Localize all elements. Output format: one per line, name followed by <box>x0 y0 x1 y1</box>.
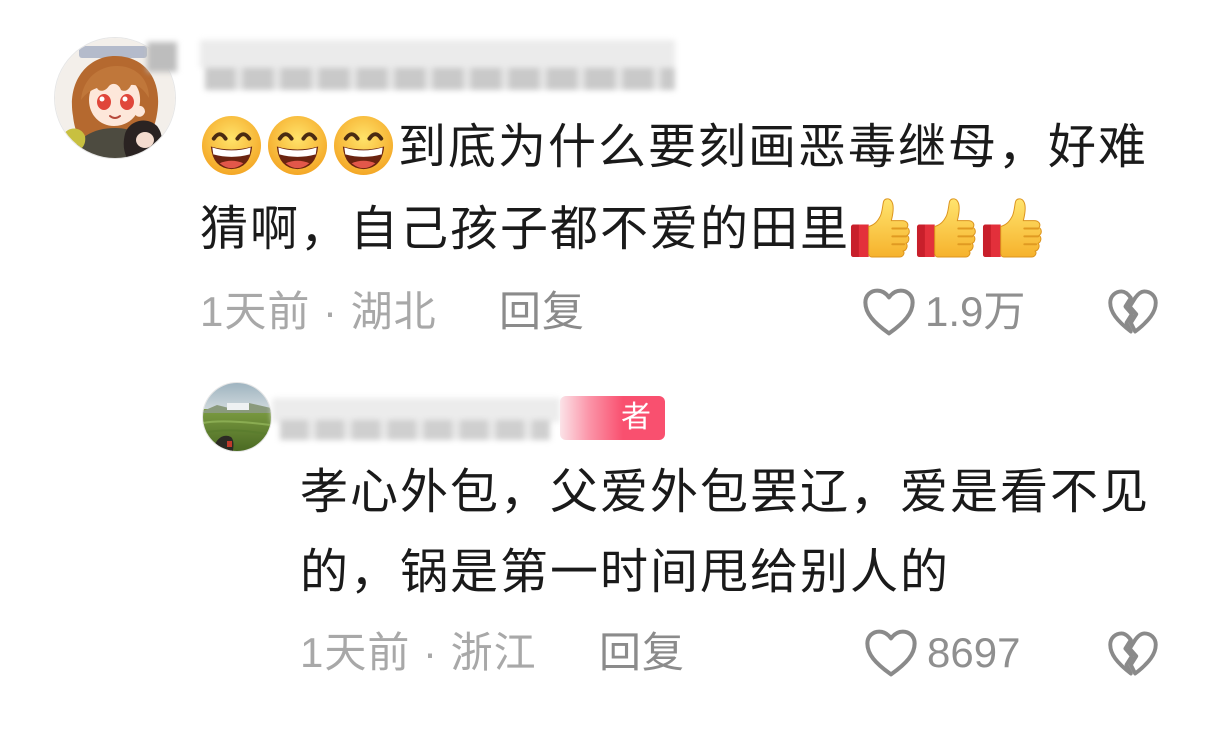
reply-button[interactable]: 回复 <box>599 628 685 678</box>
reply-text-content: 孝心外包，父爱外包罢辽，爱是看不见的，锅是第一时间甩给别人的 <box>300 466 1151 599</box>
reply-text[interactable]: 孝心外包，父爱外包罢辽，爱是看不见的，锅是第一时间甩给别人的 <box>300 453 1160 613</box>
time-location: 1天前 · 湖北 <box>200 288 437 335</box>
comment-text[interactable]: 到底为什么要刻画恶毒继母，好难猜啊，自己孩子都不爱的田里 <box>200 107 1160 271</box>
like-count: 8697 <box>927 629 1021 676</box>
reply-item: 者 孝心外包，父爱外包罢辽，爱是看不见的，锅是第一时间甩给别人的 1天前 · 浙… <box>0 365 1224 731</box>
thumbs-up-emoji-icon <box>850 196 913 259</box>
reply-button[interactable]: 回复 <box>499 287 585 337</box>
like-count: 1.9万 <box>925 288 1026 335</box>
heart-icon[interactable] <box>862 287 916 337</box>
like-button[interactable]: 8697 <box>864 628 1034 678</box>
thumbs-up-emoji-icon <box>982 196 1045 259</box>
thumbs-up-emoji-icon <box>916 196 979 259</box>
username-blurred[interactable] <box>145 36 680 94</box>
trailing-emojis <box>850 198 1048 258</box>
comment-item: 到底为什么要刻画恶毒继母，好难猜啊，自己孩子都不爱的田里 1天前 · 湖北 回复… <box>0 0 1224 362</box>
like-button[interactable]: 1.9万 <box>862 287 1032 337</box>
leading-emojis <box>200 115 398 176</box>
reply-meta: 1天前 · 浙江 回复 <box>300 628 700 678</box>
broken-heart-icon[interactable] <box>1107 629 1159 679</box>
comment-meta: 1天前 · 湖北 回复 <box>200 287 600 337</box>
time-location: 1天前 · 浙江 <box>300 629 537 676</box>
grin-face-emoji-icon <box>266 114 329 177</box>
username-blurred[interactable] <box>272 394 564 444</box>
heart-icon[interactable] <box>864 628 918 678</box>
author-badge: 者 <box>560 396 665 440</box>
avatar[interactable] <box>203 383 271 451</box>
grin-face-emoji-icon <box>200 114 263 177</box>
grin-face-emoji-icon <box>332 114 395 177</box>
broken-heart-icon[interactable] <box>1107 287 1159 337</box>
